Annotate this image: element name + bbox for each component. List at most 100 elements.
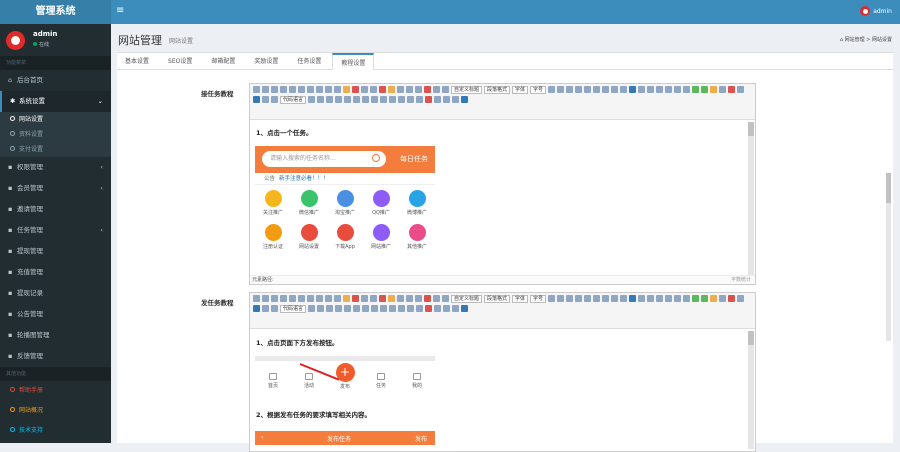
underline-icon[interactable] — [298, 295, 305, 302]
table-icon[interactable] — [380, 305, 388, 312]
drafts-icon[interactable] — [452, 305, 460, 312]
insert-video-icon[interactable] — [728, 86, 736, 93]
image-none-icon[interactable] — [656, 86, 664, 93]
redo-icon[interactable] — [271, 295, 278, 302]
merge-cells-icon[interactable] — [407, 96, 415, 103]
source-icon[interactable] — [253, 86, 260, 93]
special-chars-icon[interactable] — [362, 96, 370, 103]
anchor-icon[interactable] — [647, 86, 655, 93]
insert-video-icon[interactable] — [728, 295, 736, 302]
direction-rtl-icon[interactable] — [557, 86, 565, 93]
subscript-icon[interactable] — [334, 86, 341, 93]
paste-text-icon[interactable] — [370, 86, 377, 93]
preview-icon[interactable] — [443, 96, 451, 103]
sidebar-item-members[interactable]: ▪ 会员管理 ‹ — [0, 178, 111, 199]
logo[interactable]: 管理系统 — [0, 0, 111, 24]
emotion-icon[interactable] — [710, 86, 718, 93]
sidebar-subitem-site-settings[interactable]: 网站设置 — [0, 112, 111, 127]
sidebar-item-feedback[interactable]: ▪ 反馈管理 — [0, 346, 111, 367]
backcolor-icon[interactable] — [388, 295, 395, 302]
tolowercase-icon[interactable] — [620, 295, 628, 302]
unordered-list-icon[interactable] — [406, 86, 413, 93]
sidebar-subitem-payment-settings[interactable]: 支付设置 — [0, 142, 111, 157]
print-icon[interactable] — [434, 305, 442, 312]
redo-icon[interactable] — [271, 86, 278, 93]
image-center-icon[interactable] — [683, 86, 691, 93]
link-icon[interactable] — [629, 295, 637, 302]
tab-seo[interactable]: SEO设置 — [160, 53, 200, 69]
sidebar-item-overview[interactable]: 网站概况 — [0, 401, 111, 421]
font-family-select[interactable]: 字体 — [512, 86, 529, 94]
drafts-icon[interactable] — [452, 96, 460, 103]
indent-icon[interactable] — [566, 86, 574, 93]
touppercase-icon[interactable] — [611, 295, 619, 302]
page-break-icon[interactable] — [308, 305, 316, 312]
row-spacing-icon[interactable] — [433, 295, 440, 302]
insert-row-icon[interactable] — [389, 96, 397, 103]
insert-code-icon[interactable] — [271, 305, 278, 312]
help-icon[interactable] — [461, 305, 469, 312]
rich-text-editor-receive[interactable]: 自定义标题 段落格式 字体 字号 代码语言 1、点击一个任务。 请输入搜索的任务名称.… — [249, 83, 756, 285]
code-language-select[interactable]: 代码语言 — [280, 96, 307, 104]
format-match-icon[interactable] — [343, 86, 350, 93]
select-all-icon[interactable] — [415, 295, 422, 302]
link-icon[interactable] — [629, 86, 637, 93]
table-icon[interactable] — [380, 96, 388, 103]
attachment-icon[interactable] — [737, 295, 745, 302]
horizontal-rule-icon[interactable] — [335, 305, 343, 312]
date-icon[interactable] — [344, 305, 352, 312]
tab-tasks[interactable]: 任务设置 — [289, 53, 329, 69]
insert-row-icon[interactable] — [389, 305, 397, 312]
map-icon[interactable] — [253, 96, 260, 103]
ordered-list-icon[interactable] — [397, 86, 404, 93]
print-icon[interactable] — [434, 96, 442, 103]
unlink-icon[interactable] — [638, 295, 646, 302]
split-cells-icon[interactable] — [416, 96, 424, 103]
bold-icon[interactable] — [280, 86, 287, 93]
align-center-icon[interactable] — [584, 86, 592, 93]
insert-col-icon[interactable] — [398, 305, 406, 312]
scrawl-icon[interactable] — [719, 295, 727, 302]
strikethrough-icon[interactable] — [316, 295, 323, 302]
font-size-select[interactable]: 字号 — [530, 295, 547, 303]
clear-doc-icon[interactable] — [424, 295, 431, 302]
insert-image-icon[interactable] — [701, 295, 709, 302]
line-height-icon[interactable] — [442, 295, 449, 302]
scrollbar-thumb[interactable] — [748, 331, 754, 345]
scrollbar-thumb[interactable] — [748, 122, 754, 136]
split-cells-icon[interactable] — [416, 305, 424, 312]
template-icon[interactable] — [317, 96, 325, 103]
bold-icon[interactable] — [280, 295, 287, 302]
attachment-icon[interactable] — [737, 86, 745, 93]
time-icon[interactable] — [353, 305, 361, 312]
map-icon[interactable] — [253, 305, 260, 312]
font-size-select[interactable]: 字号 — [530, 86, 547, 94]
line-height-icon[interactable] — [442, 86, 449, 93]
unlink-icon[interactable] — [638, 86, 646, 93]
sidebar-item-tasks[interactable]: ▪ 任务管理 ‹ — [0, 220, 111, 241]
delete-table-icon[interactable] — [425, 96, 433, 103]
align-justify-icon[interactable] — [602, 86, 610, 93]
undo-icon[interactable] — [262, 86, 269, 93]
insert-col-icon[interactable] — [398, 96, 406, 103]
direction-ltr-icon[interactable] — [548, 295, 556, 302]
paste-text-icon[interactable] — [370, 295, 377, 302]
anchor-icon[interactable] — [647, 295, 655, 302]
editor-content-area[interactable]: 1、点击页面下方发布按钮。 首页 活动 + 发布 任务 我的 2、根据发布任务的要求填写相… — [250, 329, 755, 451]
search-replace-icon[interactable] — [371, 305, 379, 312]
font-border-icon[interactable] — [307, 86, 314, 93]
quote-icon[interactable] — [361, 86, 368, 93]
image-right-icon[interactable] — [674, 295, 682, 302]
backcolor-icon[interactable] — [388, 86, 395, 93]
simple-upload-icon[interactable] — [692, 86, 700, 93]
sidebar-item-carousel[interactable]: ▪ 轮播图管理 — [0, 325, 111, 346]
sidebar-item-recharge[interactable]: ▪ 充值管理 — [0, 262, 111, 283]
code-language-select[interactable]: 代码语言 — [280, 305, 307, 313]
direction-rtl-icon[interactable] — [557, 295, 565, 302]
menu-toggle-button[interactable]: ≡ — [116, 5, 124, 16]
undo-icon[interactable] — [262, 295, 269, 302]
insert-code-icon[interactable] — [271, 96, 278, 103]
align-left-icon[interactable] — [575, 86, 583, 93]
touppercase-icon[interactable] — [611, 86, 619, 93]
merge-cells-icon[interactable] — [407, 305, 415, 312]
